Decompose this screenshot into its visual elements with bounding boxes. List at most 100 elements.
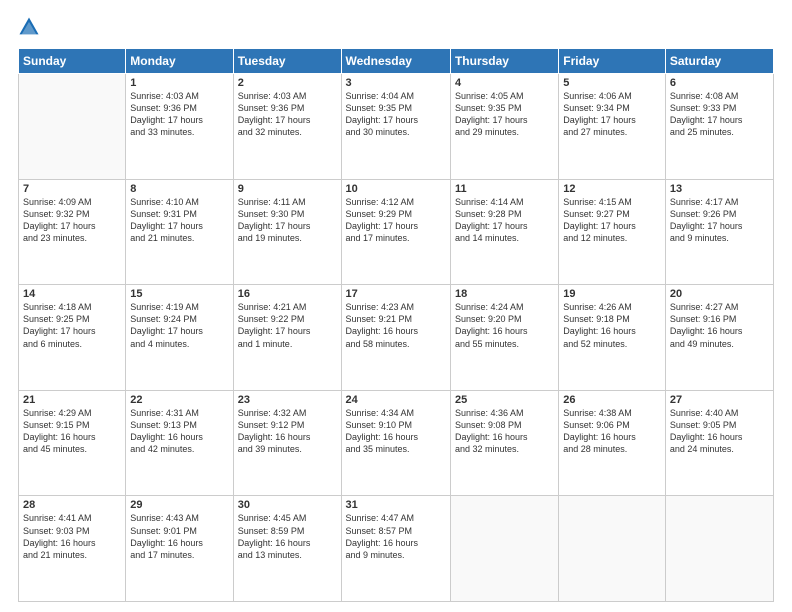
day-cell: 12 Sunrise: 4:15 AM Sunset: 9:27 PM Dayli… (559, 179, 666, 285)
weekday-header-tuesday: Tuesday (233, 49, 341, 74)
week-row-5: 28 Sunrise: 4:41 AM Sunset: 9:03 PM Dayli… (19, 496, 774, 602)
day-info: Sunrise: 4:26 AM Sunset: 9:18 PM Dayligh… (563, 302, 636, 348)
day-number: 19 (563, 288, 661, 300)
day-cell: 3Sunrise: 4:04 AM Sunset: 9:35 PM Daylig… (341, 74, 450, 180)
day-info: Sunrise: 4:23 AM Sunset: 9:21 PM Dayligh… (346, 302, 419, 348)
day-number: 1 (130, 77, 228, 89)
day-info: Sunrise: 4:11 AM Sunset: 9:30 PM Dayligh… (238, 197, 311, 243)
day-number: 11 (455, 183, 554, 195)
day-number: 10 (346, 183, 446, 195)
day-cell: 14Sunrise: 4:18 AM Sunset: 9:25 PM Dayli… (19, 285, 126, 391)
day-number: 29 (130, 499, 228, 511)
day-info: Sunrise: 4:10 AM Sunset: 9:31 PM Dayligh… (130, 197, 203, 243)
day-cell: 30 Sunrise: 4:45 AM Sunset: 8:59 PM Dayli… (233, 496, 341, 602)
logo-icon (18, 16, 40, 38)
day-number: 2 (238, 77, 337, 89)
day-info: Sunrise: 4:36 AM Sunset: 9:08 PM Dayligh… (455, 408, 528, 454)
day-info: Sunrise: 4:45 AM Sunset: 8:59 PM Dayligh… (238, 513, 311, 559)
day-info: Sunrise: 4:08 AM Sunset: 9:33 PM Dayligh… (670, 91, 743, 137)
day-number: 7 (23, 183, 121, 195)
day-cell: 20 Sunrise: 4:27 AM Sunset: 9:16 PM Dayli… (665, 285, 773, 391)
day-cell: 17 Sunrise: 4:23 AM Sunset: 9:21 PM Dayli… (341, 285, 450, 391)
weekday-header-wednesday: Wednesday (341, 49, 450, 74)
day-number: 18 (455, 288, 554, 300)
day-number: 24 (346, 394, 446, 406)
day-cell: 15Sunrise: 4:19 AM Sunset: 9:24 PM Dayli… (126, 285, 233, 391)
weekday-header-thursday: Thursday (450, 49, 558, 74)
day-cell: 5Sunrise: 4:06 AM Sunset: 9:34 PM Daylig… (559, 74, 666, 180)
day-number: 13 (670, 183, 769, 195)
week-row-2: 7 Sunrise: 4:09 AM Sunset: 9:32 PM Daylig… (19, 179, 774, 285)
day-cell: 10 Sunrise: 4:12 AM Sunset: 9:29 PM Dayli… (341, 179, 450, 285)
weekday-header-friday: Friday (559, 49, 666, 74)
day-info: Sunrise: 4:15 AM Sunset: 9:27 PM Dayligh… (563, 197, 636, 243)
day-info: Sunrise: 4:34 AM Sunset: 9:10 PM Dayligh… (346, 408, 419, 454)
day-info: Sunrise: 4:05 AM Sunset: 9:35 PM Dayligh… (455, 91, 528, 137)
header (18, 16, 774, 38)
weekday-header-sunday: Sunday (19, 49, 126, 74)
day-number: 30 (238, 499, 337, 511)
day-cell: 2 Sunrise: 4:03 AM Sunset: 9:36 PM Daylig… (233, 74, 341, 180)
day-info: Sunrise: 4:41 AM Sunset: 9:03 PM Dayligh… (23, 513, 96, 559)
day-info: Sunrise: 4:47 AM Sunset: 8:57 PM Dayligh… (346, 513, 419, 559)
day-cell: 23Sunrise: 4:32 AM Sunset: 9:12 PM Dayli… (233, 390, 341, 496)
day-number: 26 (563, 394, 661, 406)
day-cell: 25 Sunrise: 4:36 AM Sunset: 9:08 PM Dayli… (450, 390, 558, 496)
day-number: 5 (563, 77, 661, 89)
day-info: Sunrise: 4:38 AM Sunset: 9:06 PM Dayligh… (563, 408, 636, 454)
calendar: SundayMondayTuesdayWednesdayThursdayFrid… (18, 48, 774, 602)
day-cell: 19 Sunrise: 4:26 AM Sunset: 9:18 PM Dayli… (559, 285, 666, 391)
day-cell: 6 Sunrise: 4:08 AM Sunset: 9:33 PM Daylig… (665, 74, 773, 180)
day-cell: 31Sunrise: 4:47 AM Sunset: 8:57 PM Dayli… (341, 496, 450, 602)
day-cell: 9 Sunrise: 4:11 AM Sunset: 9:30 PM Daylig… (233, 179, 341, 285)
day-number: 22 (130, 394, 228, 406)
day-info: Sunrise: 4:24 AM Sunset: 9:20 PM Dayligh… (455, 302, 528, 348)
day-info: Sunrise: 4:17 AM Sunset: 9:26 PM Dayligh… (670, 197, 743, 243)
day-number: 21 (23, 394, 121, 406)
day-cell (559, 496, 666, 602)
day-info: Sunrise: 4:29 AM Sunset: 9:15 PM Dayligh… (23, 408, 96, 454)
day-info: Sunrise: 4:32 AM Sunset: 9:12 PM Dayligh… (238, 408, 311, 454)
day-number: 4 (455, 77, 554, 89)
day-cell: 18 Sunrise: 4:24 AM Sunset: 9:20 PM Dayli… (450, 285, 558, 391)
logo (18, 16, 42, 38)
day-cell: 28 Sunrise: 4:41 AM Sunset: 9:03 PM Dayli… (19, 496, 126, 602)
day-number: 25 (455, 394, 554, 406)
day-cell: 16 Sunrise: 4:21 AM Sunset: 9:22 PM Dayli… (233, 285, 341, 391)
day-number: 12 (563, 183, 661, 195)
day-info: Sunrise: 4:04 AM Sunset: 9:35 PM Dayligh… (346, 91, 419, 137)
day-cell: 27 Sunrise: 4:40 AM Sunset: 9:05 PM Dayli… (665, 390, 773, 496)
day-info: Sunrise: 4:12 AM Sunset: 9:29 PM Dayligh… (346, 197, 419, 243)
day-cell: 29 Sunrise: 4:43 AM Sunset: 9:01 PM Dayli… (126, 496, 233, 602)
day-number: 15 (130, 288, 228, 300)
day-info: Sunrise: 4:14 AM Sunset: 9:28 PM Dayligh… (455, 197, 528, 243)
day-cell: 22 Sunrise: 4:31 AM Sunset: 9:13 PM Dayli… (126, 390, 233, 496)
weekday-header-saturday: Saturday (665, 49, 773, 74)
day-cell: 8Sunrise: 4:10 AM Sunset: 9:31 PM Daylig… (126, 179, 233, 285)
day-cell: 7 Sunrise: 4:09 AM Sunset: 9:32 PM Daylig… (19, 179, 126, 285)
day-cell (19, 74, 126, 180)
day-cell: 26 Sunrise: 4:38 AM Sunset: 9:06 PM Dayli… (559, 390, 666, 496)
day-info: Sunrise: 4:09 AM Sunset: 9:32 PM Dayligh… (23, 197, 96, 243)
week-row-1: 1 Sunrise: 4:03 AM Sunset: 9:36 PM Daylig… (19, 74, 774, 180)
day-number: 14 (23, 288, 121, 300)
day-cell: 24 Sunrise: 4:34 AM Sunset: 9:10 PM Dayli… (341, 390, 450, 496)
day-number: 6 (670, 77, 769, 89)
day-info: Sunrise: 4:40 AM Sunset: 9:05 PM Dayligh… (670, 408, 743, 454)
day-info: Sunrise: 4:27 AM Sunset: 9:16 PM Dayligh… (670, 302, 743, 348)
day-number: 17 (346, 288, 446, 300)
day-info: Sunrise: 4:03 AM Sunset: 9:36 PM Dayligh… (238, 91, 311, 137)
day-number: 27 (670, 394, 769, 406)
day-number: 20 (670, 288, 769, 300)
day-number: 16 (238, 288, 337, 300)
day-info: Sunrise: 4:03 AM Sunset: 9:36 PM Dayligh… (130, 91, 203, 137)
day-cell: 11 Sunrise: 4:14 AM Sunset: 9:28 PM Dayli… (450, 179, 558, 285)
day-cell (450, 496, 558, 602)
day-number: 28 (23, 499, 121, 511)
day-info: Sunrise: 4:21 AM Sunset: 9:22 PM Dayligh… (238, 302, 311, 348)
day-info: Sunrise: 4:31 AM Sunset: 9:13 PM Dayligh… (130, 408, 203, 454)
day-cell: 1 Sunrise: 4:03 AM Sunset: 9:36 PM Daylig… (126, 74, 233, 180)
day-cell: 4 Sunrise: 4:05 AM Sunset: 9:35 PM Daylig… (450, 74, 558, 180)
day-number: 9 (238, 183, 337, 195)
day-info: Sunrise: 4:43 AM Sunset: 9:01 PM Dayligh… (130, 513, 203, 559)
